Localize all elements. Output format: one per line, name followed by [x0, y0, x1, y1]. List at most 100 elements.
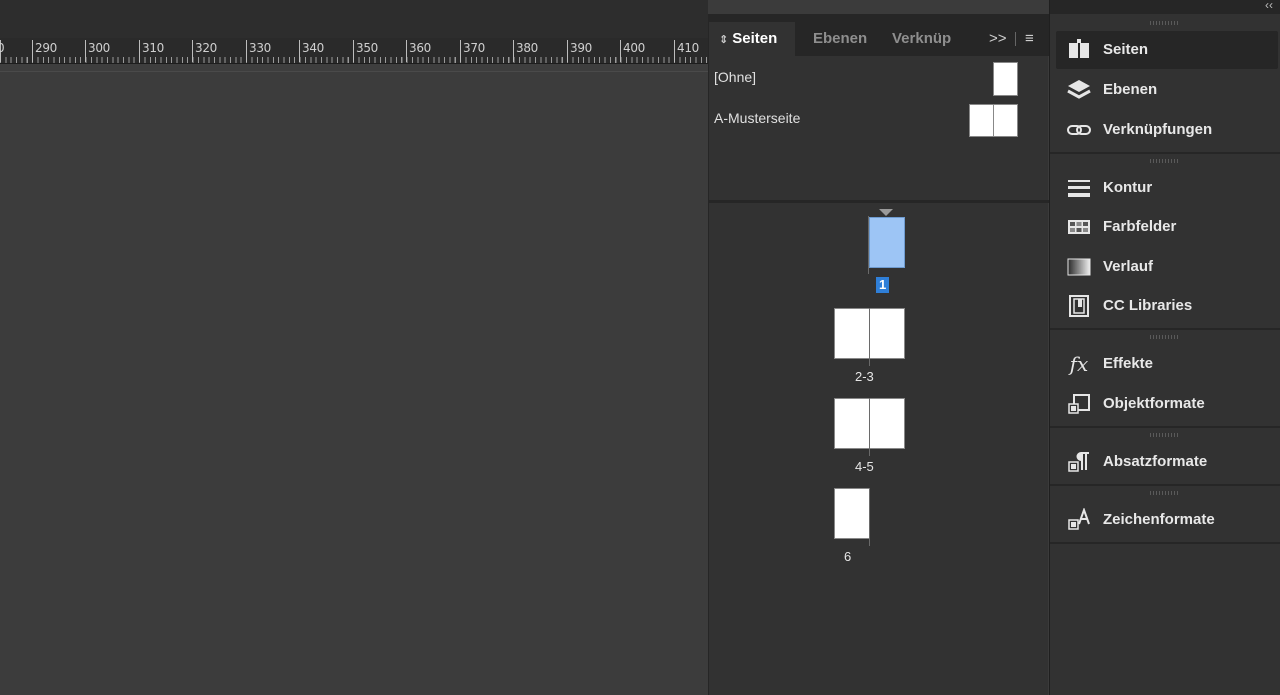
- pasteboard-canvas[interactable]: [0, 72, 708, 695]
- panel-dock: ‹‹ Seiten Ebenen Verknüpfungen Kontur Fa…: [1049, 0, 1280, 695]
- sort-arrows-icon: ⇕: [719, 34, 729, 46]
- current-page-indicator-icon: [879, 209, 893, 216]
- dock-item-zeichenformate[interactable]: Zeichenformate: [1056, 501, 1278, 539]
- tab-verknuepfungen[interactable]: Verknüp: [892, 22, 951, 56]
- ruler-label: 400: [623, 41, 646, 55]
- tab-label: Ebenen: [813, 30, 868, 47]
- ruler-label: 330: [249, 41, 272, 55]
- dock-header: ‹‹: [1050, 0, 1280, 14]
- dock-item-objektformate[interactable]: Objektformate: [1056, 385, 1278, 423]
- character-styles-icon: [1068, 508, 1090, 530]
- tab-ebenen[interactable]: Ebenen: [813, 22, 867, 56]
- dock-item-label: Zeichenformate: [1103, 511, 1215, 528]
- spread-spine: [869, 488, 870, 546]
- tab-label: Seiten: [732, 30, 778, 47]
- ruler-label: 0: [0, 41, 5, 55]
- page-6-number[interactable]: 6: [844, 549, 851, 564]
- panel-group-grip[interactable]: [1150, 159, 1180, 163]
- page-4-thumbnail[interactable]: [834, 398, 870, 449]
- dock-item-label: Farbfelder: [1103, 218, 1177, 235]
- page-5-thumbnail[interactable]: [869, 398, 905, 449]
- panel-menu-icon[interactable]: ≡: [1025, 22, 1034, 56]
- object-styles-icon: [1068, 394, 1090, 414]
- panel-tab-bar: ⇕ Seiten Ebenen Verknüp >> ≡: [709, 14, 1049, 56]
- ruler-major-tick: [85, 40, 86, 62]
- tab-seiten[interactable]: ⇕ Seiten: [709, 22, 795, 56]
- layers-icon: [1067, 80, 1091, 99]
- page-1-thumbnail[interactable]: [869, 217, 905, 268]
- dock-item-label: Verknüpfungen: [1103, 121, 1213, 138]
- panel-group-grip[interactable]: [1150, 335, 1180, 339]
- master-none-label[interactable]: [Ohne]: [714, 69, 756, 85]
- spread-spine: [869, 398, 870, 456]
- ruler-label: 310: [142, 41, 165, 55]
- pages-icon: [1069, 39, 1089, 58]
- dock-item-ebenen[interactable]: Ebenen: [1056, 71, 1278, 109]
- swatches-icon: [1068, 220, 1090, 234]
- spread-4-5-number[interactable]: 4-5: [855, 459, 874, 474]
- tab-label: Verknüp: [892, 30, 952, 47]
- panel-group-grip[interactable]: [1150, 491, 1180, 495]
- ruler-major-tick: [674, 40, 675, 62]
- ruler-minor-ticks: [0, 57, 708, 63]
- master-a-label[interactable]: A-Musterseite: [714, 110, 800, 126]
- spread-2-3-number[interactable]: 2-3: [855, 369, 874, 384]
- stroke-icon: [1068, 180, 1090, 197]
- ruler-label: 350: [356, 41, 379, 55]
- ruler-major-tick: [192, 40, 193, 62]
- ruler-major-tick: [299, 40, 300, 62]
- dock-item-effekte[interactable]: fx Effekte: [1056, 345, 1278, 383]
- ruler-major-tick: [567, 40, 568, 62]
- collapse-dock-icon[interactable]: ‹‹: [1265, 0, 1273, 12]
- ruler-major-tick: [139, 40, 140, 62]
- ruler-label: 360: [409, 41, 432, 55]
- master-a-left-page[interactable]: [969, 104, 994, 137]
- page-6-thumbnail[interactable]: [834, 488, 870, 539]
- page-1-number[interactable]: 1: [876, 277, 890, 293]
- cc-libraries-icon: [1069, 295, 1089, 317]
- ruler-label: 300: [88, 41, 111, 55]
- tab-separator: [1015, 32, 1016, 46]
- master-none-thumbnail[interactable]: [993, 62, 1018, 96]
- document-tab-strip: [0, 0, 708, 38]
- dock-item-farbfelder[interactable]: Farbfelder: [1056, 208, 1278, 246]
- panel-group-grip[interactable]: [1150, 433, 1180, 437]
- master-a-right-page[interactable]: [993, 104, 1018, 137]
- spread-spine: [869, 308, 870, 366]
- ruler-label: 380: [516, 41, 539, 55]
- effects-icon: fx: [1069, 352, 1089, 376]
- dock-item-absatzformate[interactable]: Absatzformate: [1056, 443, 1278, 481]
- ruler-major-tick: [513, 40, 514, 62]
- ruler-major-tick: [246, 40, 247, 62]
- ruler-major-tick: [460, 40, 461, 62]
- dock-item-label: Ebenen: [1103, 81, 1158, 98]
- dock-item-kontur[interactable]: Kontur: [1056, 169, 1278, 207]
- dock-item-seiten[interactable]: Seiten: [1056, 31, 1278, 69]
- ruler-gap: [0, 64, 708, 72]
- overflow-tabs-icon[interactable]: >>: [989, 22, 1007, 56]
- page-2-thumbnail[interactable]: [834, 308, 870, 359]
- ruler-label: 410: [677, 41, 700, 55]
- page-3-thumbnail[interactable]: [869, 308, 905, 359]
- horizontal-ruler[interactable]: 0 290 300 310 320 330 340 350 360 370 38…: [0, 38, 708, 64]
- dock-item-verknuepfungen[interactable]: Verknüpfungen: [1056, 111, 1278, 149]
- dock-item-label: Effekte: [1103, 355, 1154, 372]
- dock-item-label: Absatzformate: [1103, 453, 1208, 470]
- ruler-major-tick: [620, 40, 621, 62]
- ruler-major-tick: [406, 40, 407, 62]
- group-separator: [1050, 152, 1280, 154]
- panel-group-grip[interactable]: [1150, 21, 1180, 25]
- dock-item-verlauf[interactable]: Verlauf: [1056, 248, 1278, 286]
- dock-item-label: Objektformate: [1103, 395, 1205, 412]
- ruler-major-tick: [32, 40, 33, 62]
- ruler-label: 290: [35, 41, 58, 55]
- group-separator: [1050, 328, 1280, 330]
- dock-item-cc-libraries[interactable]: CC Libraries: [1056, 287, 1278, 325]
- group-separator: [1050, 426, 1280, 428]
- ruler-label: 390: [570, 41, 593, 55]
- ruler-label: 320: [195, 41, 218, 55]
- dock-item-label: Verlauf: [1103, 258, 1154, 275]
- ruler-label: 340: [302, 41, 325, 55]
- masters-divider[interactable]: [709, 200, 1049, 203]
- dock-item-label: CC Libraries: [1103, 297, 1193, 314]
